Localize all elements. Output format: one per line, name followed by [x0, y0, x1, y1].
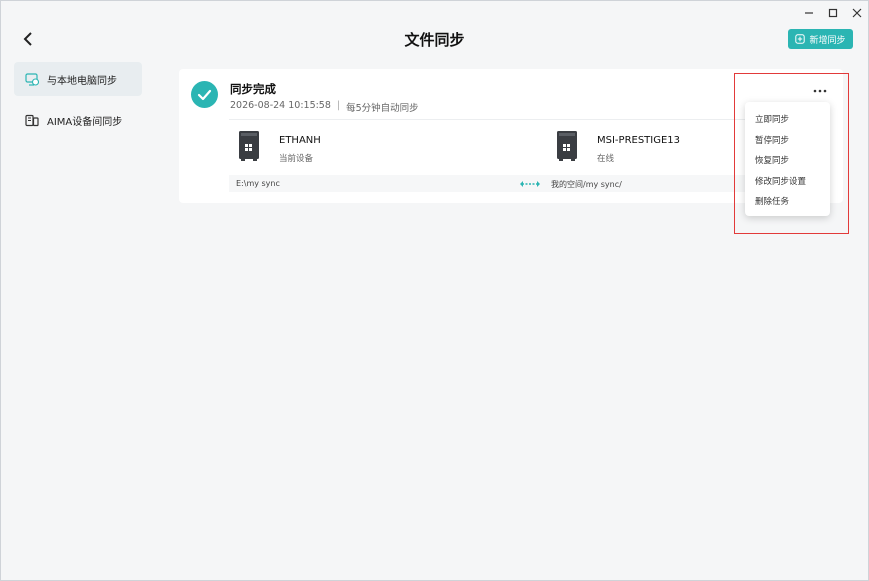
menu-item-delete-task[interactable]: 删除任务 — [745, 192, 830, 213]
sidebar-item-label: AIMA设备间同步 — [47, 116, 123, 128]
new-sync-button[interactable]: 新增同步 — [788, 29, 853, 49]
local-device-name: ETHANH — [279, 135, 321, 146]
sync-status: 同步完成 — [230, 82, 276, 96]
sidebar-item-label: 与本地电脑同步 — [47, 75, 117, 87]
local-device: ETHANH 当前设备 — [238, 131, 321, 164]
divider — [229, 119, 785, 120]
more-options-icon[interactable] — [813, 81, 827, 97]
local-device-sub: 当前设备 — [279, 154, 314, 164]
path-bar: E:\my sync 我的空间/my sync/ — [229, 175, 785, 192]
bidirectional-sync-icon — [520, 181, 540, 187]
pc-tower-icon — [239, 131, 259, 161]
new-sync-label: 新增同步 — [809, 35, 846, 46]
app-window: 文件同步 新增同步 与本地电脑同步 AIMA设备间同步 同步完成 2026-08… — [0, 0, 869, 581]
sync-timestamp: 2026-08-24 10:15:58 — [230, 100, 331, 111]
local-path: E:\my sync — [236, 179, 280, 188]
sync-task-card[interactable]: 同步完成 2026-08-24 10:15:58 | 每5分钟自动同步 ETHA… — [179, 69, 843, 203]
minimize-icon[interactable] — [801, 7, 817, 23]
remote-device-name: MSI-PRESTIGE13 — [597, 135, 681, 146]
menu-item-sync-now[interactable]: 立即同步 — [745, 110, 830, 131]
sidebar-item-device-sync[interactable]: AIMA设备间同步 — [14, 103, 142, 137]
remote-device: MSI-PRESTIGE13 在线 — [556, 131, 680, 164]
check-icon — [191, 81, 218, 108]
local-sync-icon — [25, 72, 39, 86]
menu-item-pause-sync[interactable]: 暂停同步 — [745, 131, 830, 152]
remote-path: 我的空间/my sync/ — [551, 180, 622, 189]
add-sync-icon — [795, 34, 806, 44]
page-title: 文件同步 — [404, 31, 465, 49]
meta-separator: | — [336, 100, 341, 111]
sidebar: 与本地电脑同步 AIMA设备间同步 — [14, 62, 142, 144]
sidebar-item-local-sync[interactable]: 与本地电脑同步 — [14, 62, 142, 96]
sync-meta: 2026-08-24 10:15:58 | 每5分钟自动同步 — [230, 100, 419, 114]
maximize-icon[interactable] — [825, 7, 841, 23]
remote-device-sub: 在线 — [597, 154, 615, 164]
menu-item-resume-sync[interactable]: 恢复同步 — [745, 151, 830, 172]
sync-interval: 每5分钟自动同步 — [346, 103, 419, 114]
close-icon[interactable] — [849, 7, 865, 23]
menu-item-edit-settings[interactable]: 修改同步设置 — [745, 172, 830, 193]
pc-tower-icon — [557, 131, 577, 161]
device-sync-icon — [25, 114, 39, 126]
title-bar — [1, 1, 868, 29]
task-options-menu: 立即同步 暂停同步 恢复同步 修改同步设置 删除任务 — [745, 102, 830, 216]
